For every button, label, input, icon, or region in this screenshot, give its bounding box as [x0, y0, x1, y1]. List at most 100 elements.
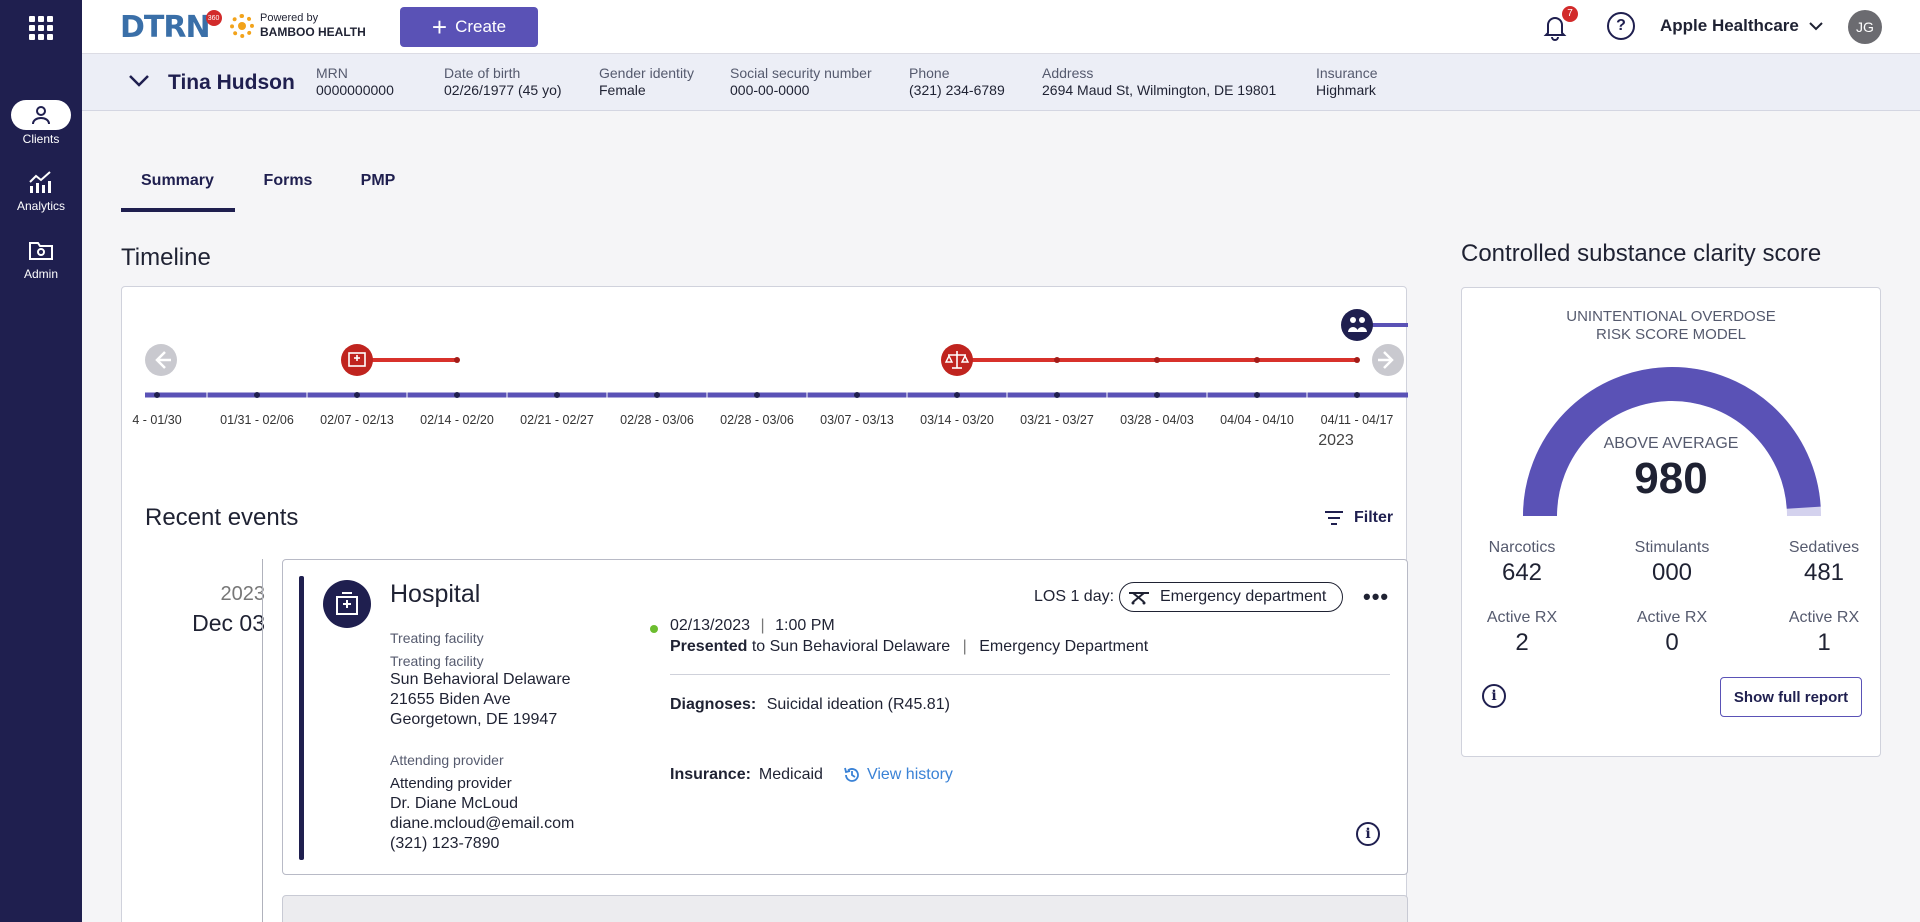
- provider-phone: (321) 123-7890: [390, 835, 500, 852]
- event-date-year: 2023: [220, 583, 266, 605]
- stretcher-icon: [1129, 592, 1149, 605]
- department-pill: Emergency department: [1119, 582, 1343, 612]
- legal-scale-icon[interactable]: [941, 344, 973, 376]
- more-options-icon[interactable]: •••: [1363, 584, 1389, 610]
- next-event-card[interactable]: [282, 895, 1408, 922]
- stimulants-stat: Stimulants 000: [1634, 539, 1710, 586]
- timeline-week-label: 02/28 - 03/06: [620, 413, 694, 427]
- patient-mrn: MRN 0000000000: [316, 65, 394, 98]
- timeline-week-label: 01/31 - 02/06: [220, 413, 294, 427]
- family-event-icon[interactable]: [1341, 309, 1373, 341]
- timeline-week-dot: [754, 392, 760, 398]
- organization-selector[interactable]: Apple Healthcare: [1660, 16, 1823, 36]
- timeline-week-label: 02/14 - 02/20: [420, 413, 494, 427]
- timeline-week-dot: [954, 392, 960, 398]
- chevron-down-icon[interactable]: [128, 72, 150, 88]
- facility-city: Georgetown, DE 19947: [390, 711, 558, 728]
- user-avatar[interactable]: JG: [1848, 10, 1882, 44]
- timeline-title: Timeline: [121, 244, 211, 271]
- left-sidebar: Clients Analytics Admin: [0, 0, 82, 922]
- app-launcher-icon[interactable]: [27, 14, 55, 42]
- patient-dob: Date of birth 02/26/1977 (45 yo): [444, 65, 562, 98]
- timeline-week-label: 02/07 - 02/13: [320, 413, 394, 427]
- view-history-link[interactable]: View history: [843, 766, 953, 784]
- tab-bar: Summary Forms PMP: [121, 160, 415, 212]
- timeline-week-dot: [454, 392, 460, 398]
- event-datetime: 02/13/2023 | 1:00 PM: [670, 617, 835, 634]
- timeline-card: 4 - 01/30 01/31 - 02/06 02/07 - 02/13 02/14…: [121, 286, 1408, 922]
- treating-facility-label: Treating facility: [390, 630, 484, 646]
- person-icon: [11, 100, 71, 130]
- patient-address: Address 2694 Maud St, Wilmington, DE 1980…: [1042, 65, 1277, 98]
- arrow-left-icon[interactable]: [145, 344, 177, 376]
- sidebar-item-label: Clients: [22, 132, 60, 146]
- show-full-report-button[interactable]: Show full report: [1720, 677, 1862, 717]
- tab-forms[interactable]: Forms: [235, 160, 341, 212]
- hospital-icon: [323, 580, 371, 628]
- provider-email: diane.mcloud@email.com: [390, 815, 575, 832]
- timeline-week-dot: [554, 392, 560, 398]
- info-icon[interactable]: i: [1482, 684, 1506, 708]
- folder-gear-icon: [0, 238, 82, 265]
- timeline-track: [145, 309, 1408, 399]
- score-card: UNINTENTIONAL OVERDOSE RISK SCORE MODEL …: [1461, 287, 1881, 757]
- help-icon[interactable]: ?: [1607, 12, 1635, 40]
- insurance-info: Insurance: Medicaid View history: [670, 766, 953, 784]
- patient-phone: Phone (321) 234-6789: [909, 65, 1005, 98]
- sidebar-item-label: Admin: [23, 267, 58, 281]
- filter-button[interactable]: Filter: [1324, 509, 1393, 527]
- arrow-right-icon[interactable]: [1372, 344, 1404, 376]
- patient-ssn: Social security number 000-00-0000: [730, 65, 872, 98]
- timeline-week-dot: [1254, 392, 1260, 398]
- timeline-week-dot: [1054, 392, 1060, 398]
- patient-insurance: Insurance Highmark: [1316, 65, 1378, 98]
- diagnoses: Diagnoses: Suicidal ideation (R45.81): [670, 696, 950, 713]
- timeline-week-dot: [354, 392, 360, 398]
- events-divider: [262, 559, 263, 922]
- score-value: 980: [1634, 454, 1708, 503]
- hospital-event-icon[interactable]: [341, 344, 373, 376]
- timeline-week-dot: [254, 392, 260, 398]
- facility-street: 21655 Biden Ave: [390, 691, 511, 708]
- score-level: ABOVE AVERAGE: [1603, 435, 1739, 452]
- create-button[interactable]: + Create: [400, 7, 538, 47]
- info-icon[interactable]: i: [1356, 822, 1380, 846]
- recent-events-title: Recent events: [145, 504, 299, 531]
- timeline-week-dot: [654, 392, 660, 398]
- timeline-week-label: 02/28 - 03/06: [720, 413, 794, 427]
- tab-pmp[interactable]: PMP: [341, 160, 415, 212]
- tab-summary[interactable]: Summary: [121, 160, 235, 212]
- stimulants-active-rx: Active RX 0: [1636, 609, 1708, 656]
- event-accent-bar: [299, 576, 304, 860]
- notification-count-badge: 7: [1562, 6, 1578, 22]
- top-header: DTRN 360 Powered by BAMBOO HEALTH + Crea…: [82, 0, 1920, 54]
- patient-header: Tina Hudson MRN 0000000000 Date of birth 0…: [82, 54, 1920, 111]
- presented-info: Presented to Sun Behavioral Delaware | E…: [670, 638, 1149, 655]
- patient-gender: Gender identity Female: [599, 65, 694, 98]
- provider-name: Dr. Diane McLoud: [390, 795, 519, 812]
- event-divider: [670, 674, 1390, 675]
- dtrn-logo[interactable]: DTRN 360: [120, 10, 222, 45]
- timeline-week-label: 03/28 - 04/03: [1120, 413, 1194, 427]
- sedatives-active-rx: Active RX 1: [1788, 609, 1860, 656]
- length-of-stay: LOS 1 day:: [1034, 588, 1115, 605]
- chevron-down-icon: [1809, 22, 1823, 31]
- bamboo-sun-icon: [230, 13, 254, 38]
- timeline-week-label: 4 - 01/30: [132, 413, 182, 427]
- history-icon: [844, 767, 859, 782]
- hospital-event-card[interactable]: Hospital Treating facility Treating faci…: [282, 559, 1408, 875]
- sidebar-item-admin[interactable]: Admin: [0, 238, 82, 281]
- timeline-week-label: 03/07 - 03/13: [820, 413, 894, 427]
- treating-facility-label-2: Treating facility: [390, 653, 484, 669]
- plus-icon: +: [431, 12, 448, 42]
- patient-name: Tina Hudson: [168, 71, 295, 94]
- timeline-week-label: 03/14 - 03/20: [920, 413, 994, 427]
- attending-provider-label-2: Attending provider: [390, 775, 512, 792]
- filter-icon: [1325, 511, 1343, 525]
- sidebar-item-analytics[interactable]: Analytics: [0, 170, 82, 213]
- chart-icon: [0, 170, 82, 197]
- risk-model-title: UNINTENTIONAL OVERDOSE RISK SCORE MODEL: [1566, 308, 1776, 343]
- score-title: Controlled substance clarity score: [1461, 240, 1822, 267]
- sidebar-item-clients[interactable]: Clients: [0, 100, 82, 146]
- timeline-week-label: 03/21 - 03/27: [1020, 413, 1094, 427]
